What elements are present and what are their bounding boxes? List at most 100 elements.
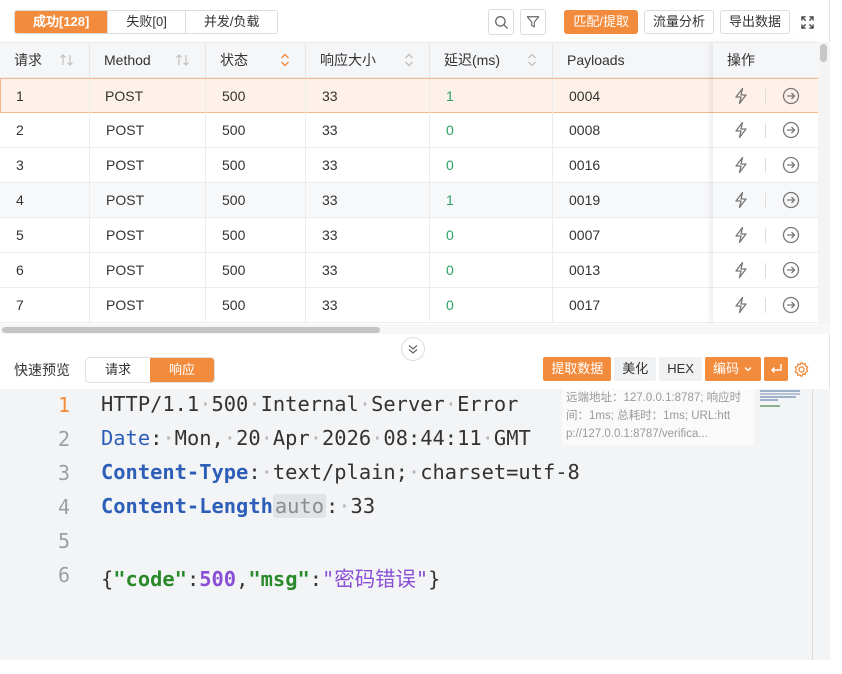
col-actions: 操作 — [713, 42, 818, 78]
col-size[interactable]: 响应大小 — [306, 43, 430, 78]
col-request[interactable]: 请求 — [0, 43, 90, 78]
code-line-body: {"code":500,"msg":"密码错误"} — [101, 567, 441, 591]
arrow-right-circle-icon[interactable] — [782, 261, 800, 279]
tab-request[interactable]: 请求 — [86, 358, 151, 382]
cell-size: 33 — [306, 148, 430, 182]
col-method[interactable]: Method — [90, 43, 206, 78]
response-editor[interactable]: 1 2 3 4 5 6 HTTP/1.1·500·Internal·Server… — [0, 389, 830, 660]
chevron-down-icon — [744, 367, 752, 372]
table-horizontal-scrollbar[interactable] — [0, 324, 830, 334]
auto-badge[interactable]: auto — [272, 494, 326, 518]
table-row[interactable]: 6 POST 500 33 0 0013 — [0, 253, 818, 288]
col-status[interactable]: 状态 — [206, 43, 306, 78]
beautify-button[interactable]: 美化 — [614, 357, 657, 381]
col-payloads[interactable]: Payloads — [553, 43, 723, 78]
traffic-analysis-button[interactable]: 流量分析 — [643, 10, 714, 34]
cell-size: 33 — [306, 253, 430, 287]
table-vertical-scrollbar[interactable] — [818, 42, 830, 324]
export-data-button[interactable]: 导出数据 — [719, 10, 790, 34]
cell-status: 500 — [206, 253, 306, 287]
cell-method: POST — [90, 113, 206, 147]
editor-scrollbar[interactable] — [812, 389, 813, 660]
cell-id: 5 — [0, 218, 90, 252]
col-delay[interactable]: 延迟(ms) — [430, 43, 553, 78]
cell-method: POST — [90, 148, 206, 182]
bolt-icon[interactable] — [733, 156, 749, 174]
table-row[interactable]: 2 POST 500 33 0 0008 — [0, 113, 818, 148]
ops-column: 操作 — [713, 42, 818, 324]
cell-payload: 0004 — [569, 88, 601, 104]
row-actions — [713, 148, 818, 183]
row-actions — [713, 113, 818, 148]
arrow-right-circle-icon[interactable] — [782, 296, 800, 314]
tab-failed[interactable]: 失败[0] — [108, 11, 186, 33]
table-row[interactable]: 5 POST 500 33 0 0007 — [0, 218, 818, 253]
arrow-right-circle-icon[interactable] — [782, 121, 800, 139]
filter-icon — [527, 16, 540, 28]
search-button[interactable] — [488, 9, 515, 35]
line-number: 2 — [57, 427, 70, 451]
encoding-label: 编码 — [712, 361, 739, 376]
tab-concurrency[interactable]: 并发/负载 — [185, 11, 278, 33]
table-row[interactable]: 4 POST 500 33 1 0019 — [0, 183, 818, 218]
results-toolbar: 成功[128] 失败[0] 并发/负载 匹配/提取 流量分析 导出数据 — [0, 0, 830, 42]
preview-tabs: 请求 响应 — [85, 357, 216, 383]
cell-status: 500 — [206, 113, 306, 147]
table-row[interactable]: 7 POST 500 33 0 0017 — [0, 288, 818, 323]
bolt-icon[interactable] — [733, 87, 749, 105]
row-actions — [713, 78, 818, 113]
bolt-icon[interactable] — [733, 261, 749, 279]
hex-button[interactable]: HEX — [659, 357, 702, 381]
fullscreen-button[interactable] — [796, 10, 818, 34]
arrow-right-circle-icon[interactable] — [782, 226, 800, 244]
minimap-line — [760, 390, 800, 392]
line-number: 1 — [57, 393, 70, 417]
cell-id: 3 — [0, 148, 90, 182]
sort-icon[interactable] — [59, 53, 75, 67]
cell-delay: 0 — [430, 253, 553, 287]
table-row[interactable]: 1 POST 500 33 1 0004 — [0, 78, 818, 113]
cell-delay: 0 — [430, 288, 553, 322]
cell-delay: 1 — [430, 183, 553, 217]
cell-method: POST — [90, 218, 206, 252]
sort-icon[interactable] — [526, 53, 538, 67]
sort-icon[interactable] — [175, 53, 191, 67]
row-actions — [713, 218, 818, 253]
minimap-line — [760, 399, 778, 401]
wrap-toggle-button[interactable] — [764, 357, 788, 381]
extract-data-button[interactable]: 提取数据 — [543, 357, 612, 381]
filter-button[interactable] — [520, 9, 547, 35]
cell-status: 500 — [206, 288, 306, 322]
row-actions — [713, 183, 818, 218]
bolt-icon[interactable] — [733, 121, 749, 139]
expand-icon — [800, 15, 814, 29]
settings-button[interactable] — [791, 357, 811, 381]
scroll-thumb[interactable] — [2, 327, 380, 333]
response-info-tooltip: 远端地址：127.0.0.1:8787; 响应时 间：1ms; 总耗时：1ms;… — [562, 389, 754, 445]
encoding-dropdown[interactable]: 编码 — [704, 357, 761, 381]
tab-success[interactable]: 成功[128] — [15, 11, 109, 33]
scroll-thumb[interactable] — [820, 44, 827, 62]
bolt-icon[interactable] — [733, 296, 749, 314]
cell-payload: 0007 — [569, 227, 601, 243]
match-extract-button[interactable]: 匹配/提取 — [564, 10, 638, 34]
code-line-content-type: Content-Type:·text/plain;·charset=utf-8 — [101, 460, 580, 484]
cell-id: 4 — [0, 183, 90, 217]
row-actions — [713, 288, 818, 323]
table-row[interactable]: 3 POST 500 33 0 0016 — [0, 148, 818, 183]
sort-active-icon[interactable] — [279, 53, 291, 67]
line-number: 5 — [57, 529, 70, 553]
cell-delay: 0 — [430, 218, 553, 252]
sort-icon[interactable] — [403, 53, 415, 67]
cell-payload: 0013 — [569, 262, 601, 278]
tab-response[interactable]: 响应 — [150, 358, 215, 382]
bolt-icon[interactable] — [733, 226, 749, 244]
arrow-right-circle-icon[interactable] — [782, 87, 800, 105]
arrow-right-circle-icon[interactable] — [782, 156, 800, 174]
cell-payload: 0008 — [569, 122, 601, 138]
arrow-right-circle-icon[interactable] — [782, 191, 800, 209]
minimap-line — [760, 393, 800, 395]
editor-minimap[interactable] — [758, 389, 812, 660]
bolt-icon[interactable] — [733, 191, 749, 209]
line-number: 4 — [57, 495, 70, 519]
